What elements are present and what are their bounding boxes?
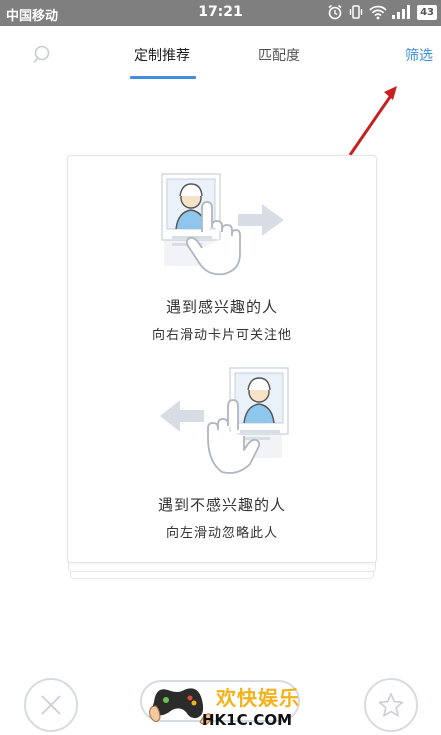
filter-button[interactable]: 筛选 [405,45,433,65]
vibrate-icon [349,5,363,19]
star-icon [378,693,404,717]
right-swipe-title: 遇到感兴趣的人 [165,298,278,316]
watermark-domain: HK1C.COM [202,711,293,729]
site-watermark: 欢快娱乐 HK1C.COM [146,676,316,734]
guide-card[interactable]: 遇到感兴趣的人 向右滑动卡片可关注他 遇到不感兴趣的人 向左滑动忽略此人 [67,155,377,563]
signal-icon [392,5,411,19]
skip-button[interactable] [24,678,78,732]
status-bar: 中国移动 17:21 43 [0,0,441,26]
annotation-arrow [348,86,397,156]
wifi-icon [369,5,387,20]
alarm-icon [328,4,342,20]
active-tab-indicator [130,76,196,79]
status-icons: 43 [327,4,437,20]
favorite-button[interactable] [364,678,418,732]
left-swipe-subtitle: 向左滑动忽略此人 [165,526,278,541]
tab-match[interactable]: 匹配度 [258,45,300,65]
tab-recommend[interactable]: 定制推荐 [134,45,190,65]
top-nav: 定制推荐 匹配度 筛选 [0,26,441,88]
close-icon [41,695,61,715]
search-icon[interactable] [32,44,54,66]
swipe-left-illustration [160,367,289,474]
swipe-right-illustration [161,173,284,276]
battery-level: 43 [417,4,437,20]
left-swipe-title: 遇到不感兴趣的人 [157,496,286,514]
right-swipe-subtitle: 向右滑动卡片可关注他 [151,328,292,343]
watermark-title: 欢快娱乐 [216,686,300,710]
